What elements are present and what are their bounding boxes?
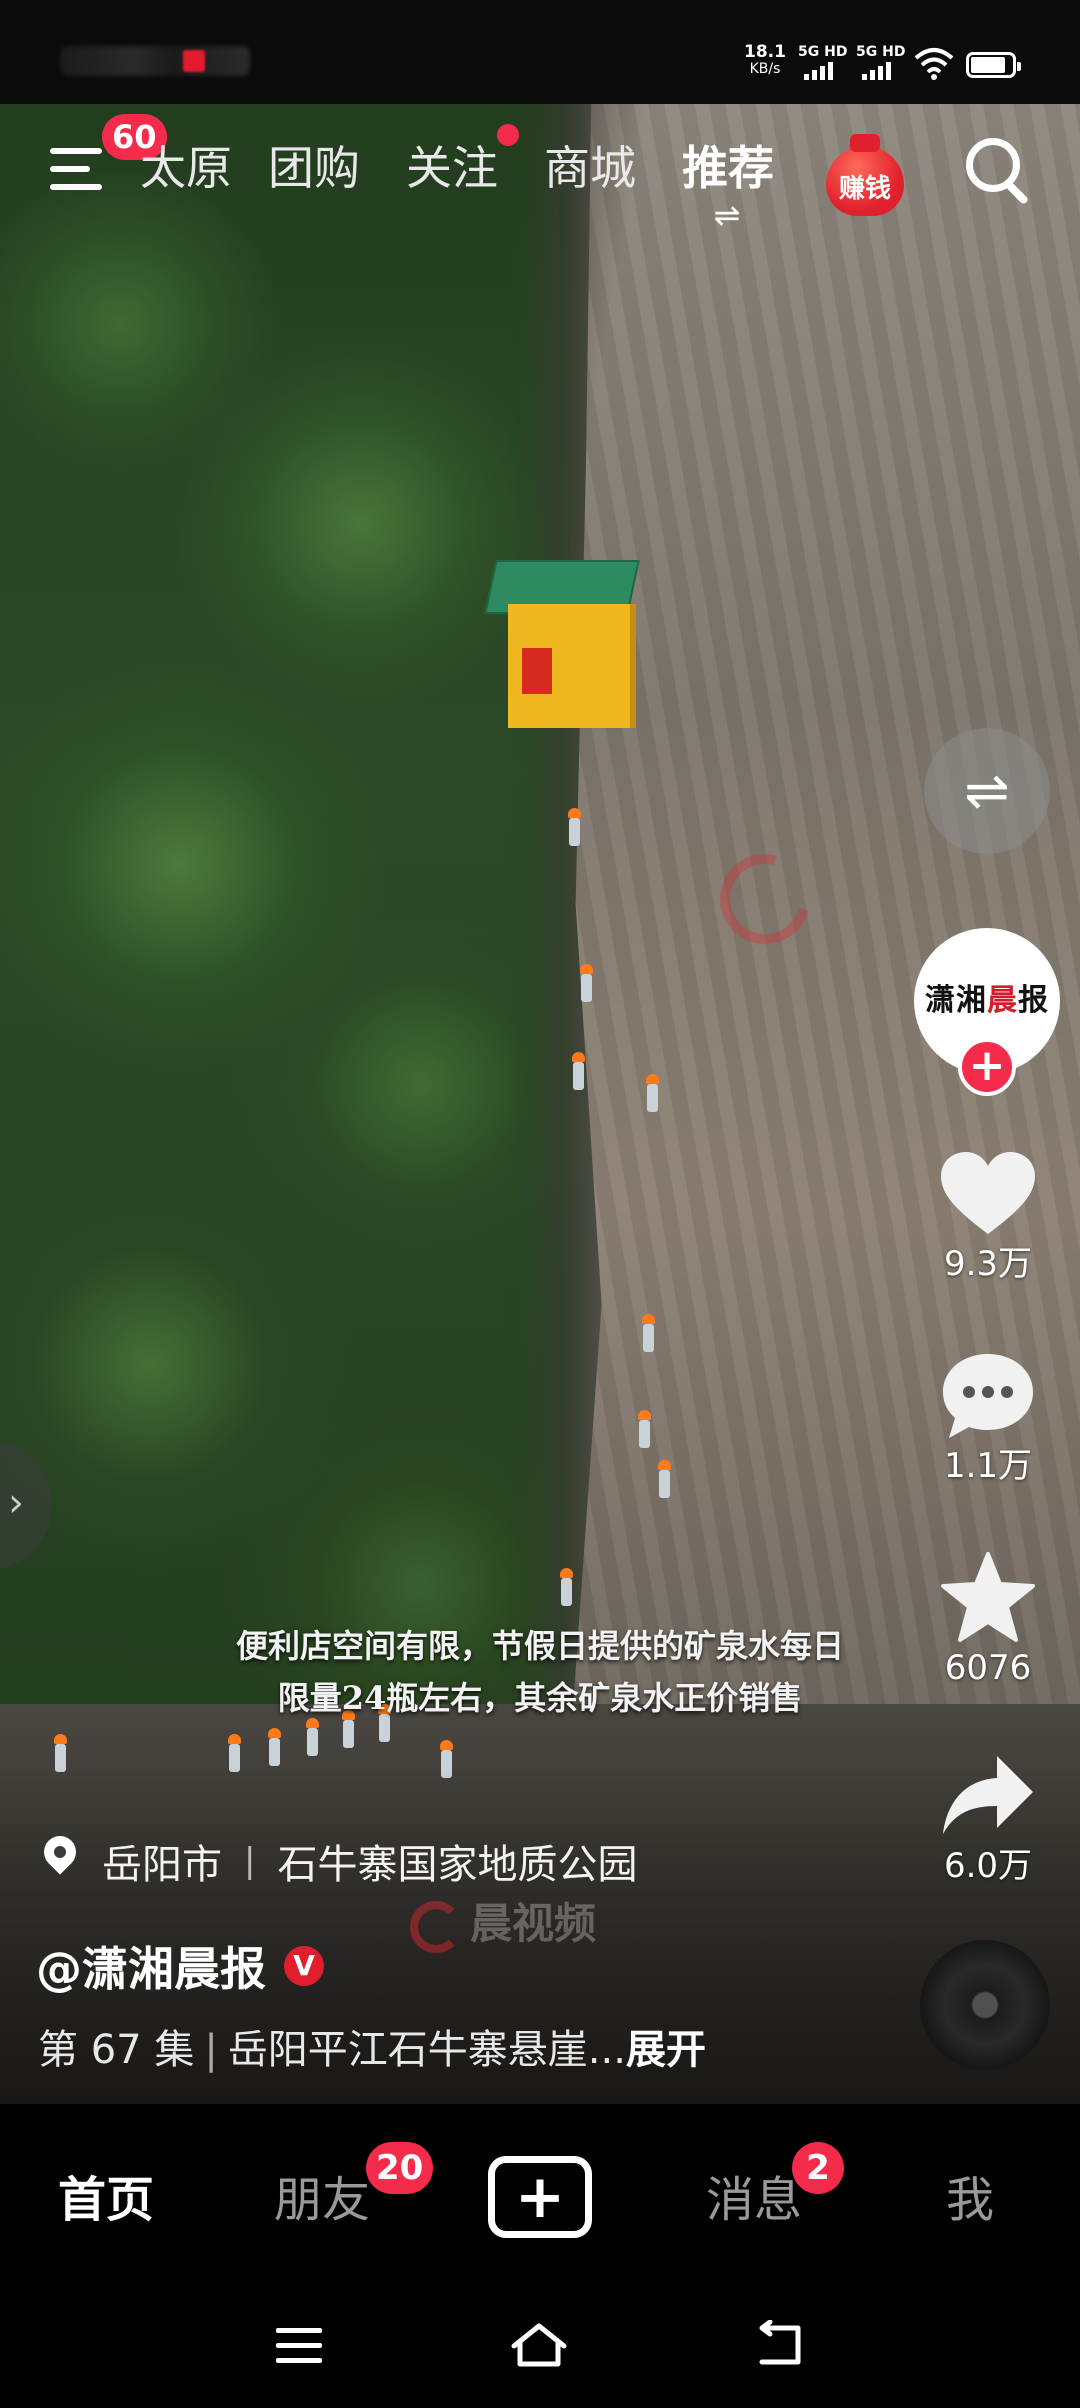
watermark-text: 晨视频 <box>470 1899 597 1948</box>
location-place: 石牛寨国家地质公园 <box>277 1842 638 1888</box>
avatar-text-b: 晨 <box>987 983 1018 1018</box>
search-button[interactable] <box>964 136 1030 206</box>
expand-link[interactable]: 展开 <box>626 2027 706 2073</box>
earn-money-button[interactable]: 赚钱 <box>826 132 904 216</box>
comment-button[interactable]: 1.1万 <box>920 1350 1056 1486</box>
location-tag[interactable]: 岳阳市 | 石牛寨国家地质公园 <box>40 1834 637 1888</box>
video-watermark: 晨视频 <box>410 1890 596 1953</box>
climber <box>644 1074 660 1114</box>
network-speed: 18.1 KB/s <box>742 44 788 78</box>
earn-money-label: 赚钱 <box>838 174 891 204</box>
video-description[interactable]: 第 67 集 | 岳阳平江石牛寨悬崖...展开 <box>38 2022 706 2078</box>
climber <box>570 1052 586 1092</box>
sim1-signal-icon: 5G HD <box>798 44 850 80</box>
avatar-text-a: 潇湘 <box>925 983 987 1018</box>
battery-icon <box>966 52 1021 78</box>
caption-line-1: 便利店空间有限，节假日提供的矿泉水每日 <box>235 1627 844 1665</box>
tab-following[interactable]: 关注 <box>406 140 498 196</box>
climber <box>266 1728 282 1768</box>
sim2-label: 5G HD <box>856 44 906 60</box>
messages-badge: 2 <box>792 2142 844 2194</box>
location-separator: | <box>244 1841 256 1881</box>
climber <box>304 1718 320 1758</box>
comment-icon <box>943 1354 1033 1438</box>
favorite-button[interactable]: 6076 <box>920 1552 1056 1688</box>
tab-friends[interactable]: 朋友 <box>274 2170 370 2230</box>
episode-number: 第 67 集 <box>38 2027 195 2073</box>
tab-recommend[interactable]: 推荐 <box>682 140 774 196</box>
music-disc-icon[interactable] <box>920 1940 1050 2070</box>
share-count: 6.0万 <box>943 1846 1033 1886</box>
share-button[interactable]: 6.0万 <box>920 1750 1056 1886</box>
climber <box>636 1410 652 1450</box>
status-bar: 18.1 KB/s 5G HD 5G HD <box>0 0 1080 104</box>
tab-me[interactable]: 我 <box>946 2170 994 2230</box>
tab-group-buy[interactable]: 团购 <box>268 140 360 196</box>
following-dot-badge <box>497 124 519 146</box>
climber <box>656 1460 672 1500</box>
video-title: 岳阳平江石牛寨悬崖... <box>227 2027 626 2073</box>
search-icon-handle <box>1005 181 1030 206</box>
menu-button[interactable] <box>50 142 110 194</box>
author-name[interactable]: @潇湘晨报 <box>36 1933 266 1999</box>
like-count: 9.3万 <box>943 1244 1033 1284</box>
money-bag-tie <box>850 134 880 152</box>
cliff-kiosk <box>508 604 636 728</box>
video-forest <box>0 104 600 1764</box>
verified-badge-icon: V <box>284 1946 324 1986</box>
like-button[interactable]: 9.3万 <box>920 1150 1056 1284</box>
star-icon <box>941 1552 1035 1642</box>
video-caption: 便利店空间有限，节假日提供的矿泉水每日 限量24瓶左右，其余矿泉水正价销售 <box>0 1620 1080 1724</box>
notification-icon <box>183 50 205 72</box>
caption-line-2: 限量24瓶左右，其余矿泉水正价销售 <box>277 1679 803 1717</box>
climber <box>558 1568 574 1608</box>
battery-level <box>971 57 1005 73</box>
location-pin-icon <box>40 1836 80 1886</box>
tab-messages[interactable]: 消息 <box>706 2170 802 2230</box>
wifi-icon <box>914 48 954 80</box>
comment-count: 1.1万 <box>943 1446 1033 1486</box>
home-icon[interactable] <box>508 2320 570 2370</box>
swap-arrows-icon: ⇌ <box>964 759 1010 822</box>
chevron-right-icon: › <box>8 1480 24 1526</box>
climber <box>640 1314 656 1354</box>
tab-mall[interactable]: 商城 <box>544 140 636 196</box>
author-line: @潇湘晨报 V <box>36 1936 324 1996</box>
menu-icon[interactable] <box>276 2326 322 2366</box>
plus-icon: + <box>514 2162 566 2232</box>
episode-separator: | <box>204 2027 218 2073</box>
follow-button[interactable]: + <box>958 1038 1016 1096</box>
switch-button[interactable]: ⇌ <box>924 728 1050 854</box>
climber <box>566 808 582 848</box>
swap-arrows-icon: ⇌ <box>713 196 741 234</box>
location-city: 岳阳市 <box>102 1842 222 1888</box>
create-button[interactable]: + <box>488 2156 592 2238</box>
avatar-text-c: 报 <box>1018 983 1049 1018</box>
climber <box>578 964 594 1004</box>
favorite-count: 6076 <box>944 1648 1032 1688</box>
tab-local[interactable]: 太原 <box>140 140 232 196</box>
share-arrow-icon <box>943 1756 1033 1834</box>
watermark-logo-icon <box>410 1900 462 1953</box>
network-speed-value: 18.1 <box>744 42 786 62</box>
heart-icon <box>941 1152 1035 1234</box>
friends-badge: 20 <box>366 2142 434 2194</box>
sim2-signal-icon: 5G HD <box>856 44 908 80</box>
network-speed-unit: KB/s <box>749 61 781 77</box>
video-player[interactable] <box>0 104 1080 2104</box>
tab-home[interactable]: 首页 <box>58 2170 154 2230</box>
sim1-label: 5G HD <box>798 44 848 60</box>
status-left-obscured <box>60 46 250 76</box>
back-icon[interactable] <box>752 2320 808 2370</box>
